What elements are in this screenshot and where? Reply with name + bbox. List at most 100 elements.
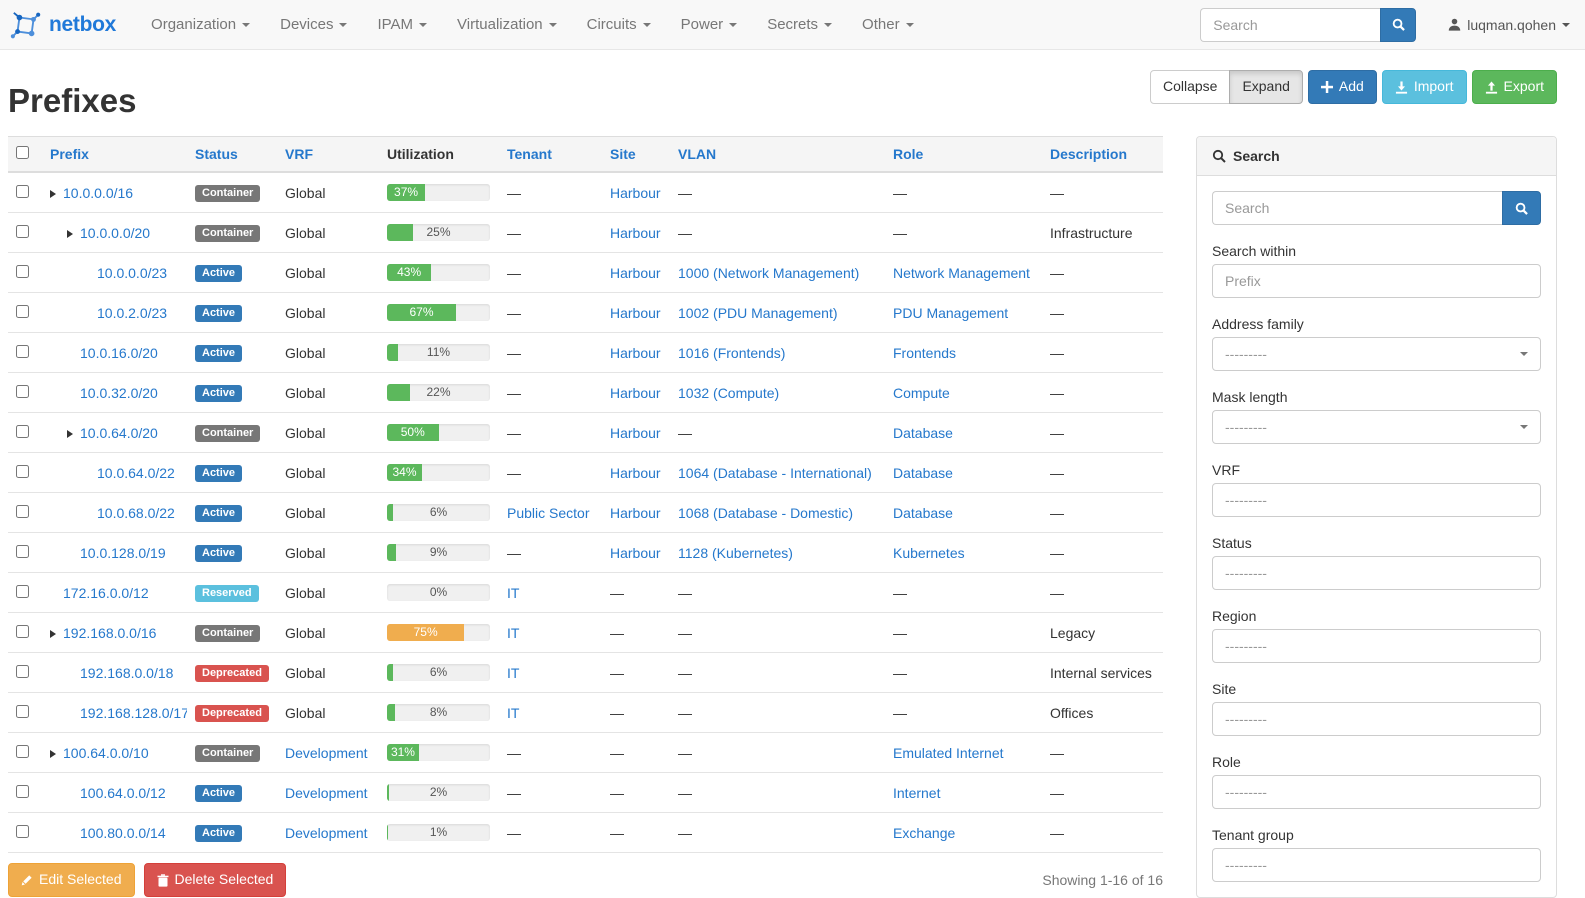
nav-menu-circuits[interactable]: Circuits — [572, 0, 666, 49]
tenant-link[interactable]: IT — [507, 665, 519, 681]
row-select-checkbox[interactable] — [16, 465, 29, 478]
vlan-link[interactable]: 1016 (Frontends) — [678, 345, 785, 361]
vlan-link[interactable]: 1064 (Database - International) — [678, 465, 872, 481]
netbox-logo[interactable]: netbox — [10, 10, 116, 40]
column-header-link-tenant[interactable]: Tenant — [507, 146, 552, 162]
nav-menu-devices[interactable]: Devices — [265, 0, 362, 49]
site-link[interactable]: Harbour — [610, 305, 661, 321]
role-link[interactable]: Emulated Internet — [893, 745, 1004, 761]
nav-menu-ipam[interactable]: IPAM — [362, 0, 442, 49]
column-header-link-site[interactable]: Site — [610, 146, 636, 162]
role-link[interactable]: Exchange — [893, 825, 955, 841]
row-select-checkbox[interactable] — [16, 625, 29, 638]
site-link[interactable]: Harbour — [610, 385, 661, 401]
filter-select-site[interactable]: --------- — [1212, 702, 1541, 736]
prefix-link[interactable]: 10.0.0.0/23 — [97, 265, 167, 281]
nav-menu-virtualization[interactable]: Virtualization — [442, 0, 572, 49]
nav-menu-organization[interactable]: Organization — [136, 0, 265, 49]
user-menu[interactable]: luqman.qohen — [1448, 17, 1570, 33]
vlan-link[interactable]: 1000 (Network Management) — [678, 265, 859, 281]
site-link[interactable]: Harbour — [610, 185, 661, 201]
prefix-link[interactable]: 10.0.2.0/23 — [97, 305, 167, 321]
select-all-checkbox[interactable] — [16, 146, 29, 159]
nav-menu-secrets[interactable]: Secrets — [752, 0, 847, 49]
vlan-link[interactable]: 1002 (PDU Management) — [678, 305, 838, 321]
vrf-link[interactable]: Development — [285, 785, 368, 801]
column-header-link-prefix[interactable]: Prefix — [50, 146, 89, 162]
site-link[interactable]: Harbour — [610, 345, 661, 361]
row-select-checkbox[interactable] — [16, 705, 29, 718]
filter-select-role[interactable]: --------- — [1212, 775, 1541, 809]
navbar-search-button[interactable] — [1380, 8, 1416, 42]
role-link[interactable]: Compute — [893, 385, 950, 401]
role-link[interactable]: PDU Management — [893, 305, 1008, 321]
nav-menu-other[interactable]: Other — [847, 0, 929, 49]
tenant-link[interactable]: IT — [507, 625, 519, 641]
prefix-link[interactable]: 172.16.0.0/12 — [63, 585, 149, 601]
site-link[interactable]: Harbour — [610, 225, 661, 241]
filter-select-address-family[interactable]: --------- — [1212, 337, 1541, 371]
export-button[interactable]: Export — [1472, 70, 1557, 104]
filter-select-mask-length[interactable]: --------- — [1212, 410, 1541, 444]
filter-select-vrf[interactable]: --------- — [1212, 483, 1541, 517]
prefix-link[interactable]: 10.0.64.0/20 — [80, 425, 158, 441]
row-select-checkbox[interactable] — [16, 425, 29, 438]
row-select-checkbox[interactable] — [16, 305, 29, 318]
row-select-checkbox[interactable] — [16, 665, 29, 678]
tenant-link[interactable]: IT — [507, 705, 519, 721]
role-link[interactable]: Database — [893, 465, 953, 481]
prefix-link[interactable]: 100.80.0.0/14 — [80, 825, 166, 841]
role-link[interactable]: Frontends — [893, 345, 956, 361]
vrf-link[interactable]: Development — [285, 825, 368, 841]
vrf-link[interactable]: Development — [285, 745, 368, 761]
prefix-link[interactable]: 192.168.128.0/17 — [80, 705, 187, 721]
filter-select-region[interactable]: --------- — [1212, 629, 1541, 663]
prefix-link[interactable]: 10.0.0.0/20 — [80, 225, 150, 241]
prefix-link[interactable]: 10.0.32.0/20 — [80, 385, 158, 401]
row-select-checkbox[interactable] — [16, 345, 29, 358]
filter-select-tenant-group[interactable]: --------- — [1212, 848, 1541, 882]
site-link[interactable]: Harbour — [610, 465, 661, 481]
prefix-link[interactable]: 100.64.0.0/10 — [63, 745, 149, 761]
row-select-checkbox[interactable] — [16, 585, 29, 598]
column-header-link-description[interactable]: Description — [1050, 146, 1127, 162]
role-link[interactable]: Database — [893, 425, 953, 441]
nav-menu-power[interactable]: Power — [666, 0, 753, 49]
vlan-link[interactable]: 1128 (Kubernetes) — [678, 545, 793, 561]
column-header-link-vlan[interactable]: VLAN — [678, 146, 716, 162]
row-select-checkbox[interactable] — [16, 385, 29, 398]
row-select-checkbox[interactable] — [16, 785, 29, 798]
role-link[interactable]: Internet — [893, 785, 940, 801]
row-select-checkbox[interactable] — [16, 225, 29, 238]
tenant-link[interactable]: Public Sector — [507, 505, 589, 521]
collapse-button[interactable]: Collapse — [1150, 70, 1230, 104]
delete-selected-button[interactable]: Delete Selected — [144, 863, 287, 897]
prefix-link[interactable]: 10.0.0.0/16 — [63, 185, 133, 201]
site-link[interactable]: Harbour — [610, 265, 661, 281]
prefix-link[interactable]: 10.0.16.0/20 — [80, 345, 158, 361]
row-select-checkbox[interactable] — [16, 745, 29, 758]
prefix-link[interactable]: 192.168.0.0/16 — [63, 625, 156, 641]
column-header-link-status[interactable]: Status — [195, 146, 238, 162]
prefix-link[interactable]: 10.0.128.0/19 — [80, 545, 166, 561]
column-header-link-role[interactable]: Role — [893, 146, 923, 162]
site-link[interactable]: Harbour — [610, 505, 661, 521]
prefix-link[interactable]: 192.168.0.0/18 — [80, 665, 173, 681]
column-header-link-vrf[interactable]: VRF — [285, 146, 313, 162]
filter-select-status[interactable]: --------- — [1212, 556, 1541, 590]
site-link[interactable]: Harbour — [610, 545, 661, 561]
row-select-checkbox[interactable] — [16, 545, 29, 558]
prefix-link[interactable]: 100.64.0.0/12 — [80, 785, 166, 801]
filter-input-search-within[interactable] — [1225, 273, 1528, 289]
prefix-link[interactable]: 10.0.68.0/22 — [97, 505, 175, 521]
row-select-checkbox[interactable] — [16, 185, 29, 198]
vlan-link[interactable]: 1032 (Compute) — [678, 385, 779, 401]
role-link[interactable]: Kubernetes — [893, 545, 965, 561]
prefix-link[interactable]: 10.0.64.0/22 — [97, 465, 175, 481]
add-button[interactable]: Add — [1308, 70, 1377, 104]
vlan-link[interactable]: 1068 (Database - Domestic) — [678, 505, 853, 521]
row-select-checkbox[interactable] — [16, 265, 29, 278]
filter-search-input[interactable] — [1212, 191, 1502, 225]
tenant-link[interactable]: IT — [507, 585, 519, 601]
row-select-checkbox[interactable] — [16, 825, 29, 838]
